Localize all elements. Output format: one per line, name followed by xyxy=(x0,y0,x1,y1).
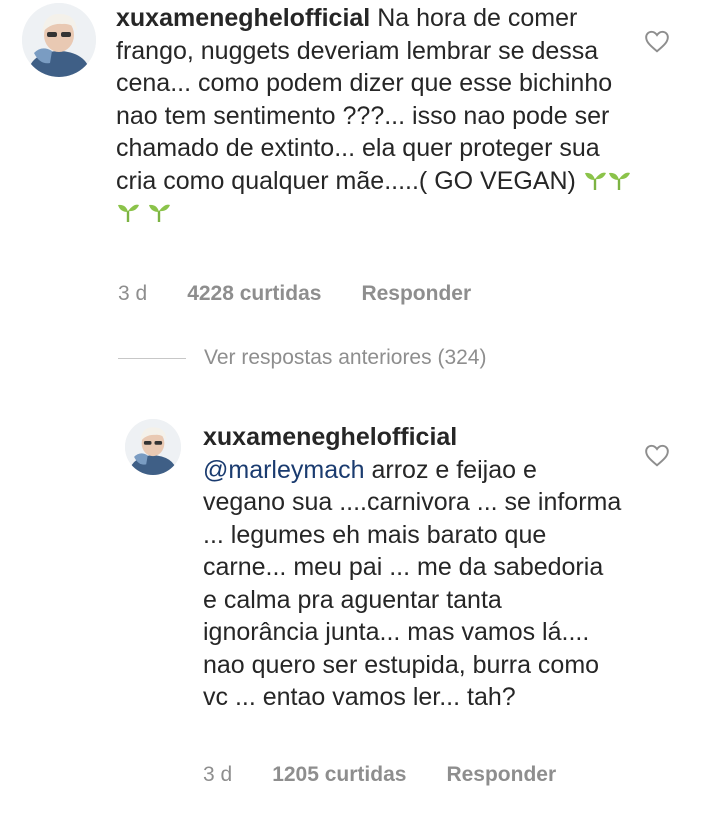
reply-mention[interactable]: @marleymach xyxy=(203,456,365,484)
avatar[interactable] xyxy=(22,3,96,77)
like-heart-icon[interactable] xyxy=(644,443,670,467)
reply-text: xuxameneghelofficial @marleymach arroz e… xyxy=(203,421,623,714)
avatar-image xyxy=(22,3,96,77)
reply-avatar[interactable] xyxy=(125,419,181,475)
seedling-icon xyxy=(148,204,170,222)
reply-body: arroz e feijao e vegano sua ....carnivor… xyxy=(203,455,622,712)
like-heart-icon[interactable] xyxy=(644,29,670,53)
reply-time: 3 d xyxy=(203,763,233,786)
reply-likes[interactable]: 1205 curtidas xyxy=(272,763,406,787)
view-replies-label: Ver respostas anteriores (324) xyxy=(204,346,487,369)
seedling-icon xyxy=(608,172,630,190)
comment-meta: 3 d 4228 curtidas Responder xyxy=(118,282,471,306)
reply-meta: 3 d 1205 curtidas Responder xyxy=(203,763,556,787)
view-replies-button[interactable]: Ver respostas anteriores (324) xyxy=(118,346,486,370)
divider-line xyxy=(118,357,186,359)
comment-body: Na hora de comer frango, nuggets deveria… xyxy=(116,4,613,195)
comment-username[interactable]: xuxameneghelofficial xyxy=(116,4,370,32)
avatar-image xyxy=(125,419,181,475)
comment-reply-button[interactable]: Responder xyxy=(361,282,471,306)
reply-username[interactable]: xuxameneghelofficial xyxy=(203,423,457,451)
comment-time: 3 d xyxy=(118,282,148,305)
seedling-icon xyxy=(118,204,139,222)
reply-reply-button[interactable]: Responder xyxy=(446,763,556,787)
comment-text: xuxameneghelofficial Na hora de comer fr… xyxy=(116,2,636,230)
comment-likes[interactable]: 4228 curtidas xyxy=(187,282,321,306)
seedling-icon xyxy=(584,172,606,190)
